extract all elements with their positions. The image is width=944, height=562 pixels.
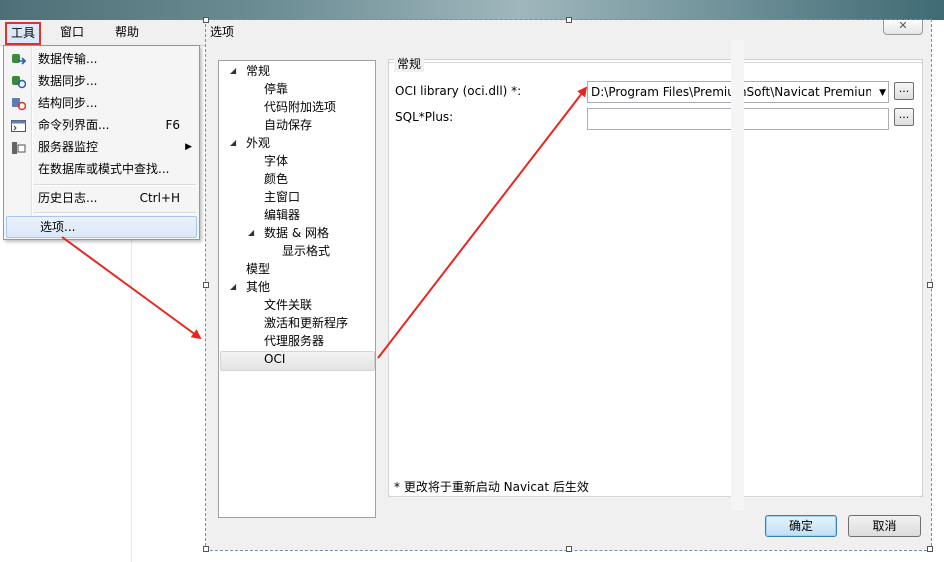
tree-item-autosave[interactable]: 自动保存 xyxy=(264,116,312,134)
server-monitor-icon xyxy=(11,140,26,154)
menu-item-history-log[interactable]: 历史日志... Ctrl+H xyxy=(5,187,198,209)
resize-handle xyxy=(927,546,933,552)
tree-item-font[interactable]: 字体 xyxy=(264,152,288,170)
expanded-triangle-icon: ◢ xyxy=(248,228,255,237)
data-sync-icon xyxy=(11,74,27,89)
tree-item-oci[interactable]: OCI xyxy=(264,350,285,368)
tools-menu: 数据传输... 数据同步... 结构同步... 命令列界面... F6 服务器监… xyxy=(3,45,200,240)
tree-item-other[interactable]: ◢ 其他 xyxy=(230,278,270,296)
submenu-arrow-icon: ▶ xyxy=(185,142,192,152)
structure-sync-icon xyxy=(11,96,27,111)
tree-item-general[interactable]: ◢ 常规 xyxy=(230,62,270,80)
background-window-edge xyxy=(731,40,744,510)
background-window-titlebar xyxy=(0,0,944,20)
oci-browse-button[interactable]: ... xyxy=(894,82,914,100)
close-button[interactable]: ✕ xyxy=(883,20,923,35)
menu-window[interactable]: 窗口 xyxy=(56,24,88,41)
dropdown-arrow-icon[interactable]: ▼ xyxy=(879,88,886,98)
resize-handle xyxy=(203,546,209,552)
menu-bar: 工具 窗口 帮助 xyxy=(0,20,206,46)
tree-item-main-window[interactable]: 主窗口 xyxy=(264,188,300,206)
tree-item-model[interactable]: 模型 xyxy=(246,260,270,278)
tree-item-file-association[interactable]: 文件关联 xyxy=(264,296,312,314)
expanded-triangle-icon: ◢ xyxy=(230,282,237,291)
tree-item-code-append[interactable]: 代码附加选项 xyxy=(264,98,336,116)
menu-separator xyxy=(34,212,196,214)
tree-selection xyxy=(220,351,375,371)
expanded-triangle-icon: ◢ xyxy=(230,66,237,75)
dialog-title: 选项 xyxy=(210,25,235,39)
sqlplus-browse-button[interactable]: ... xyxy=(894,108,914,126)
data-transfer-icon xyxy=(11,52,27,66)
menu-item-data-sync[interactable]: 数据同步... xyxy=(5,70,198,92)
menu-item-options[interactable]: 选项... xyxy=(6,216,197,238)
restart-note: * 更改将于重新启动 Navicat 后生效 xyxy=(394,480,589,494)
group-title: 常规 xyxy=(394,55,425,72)
tree-item-activation-update[interactable]: 激活和更新程序 xyxy=(264,314,348,332)
tree-item-proxy[interactable]: 代理服务器 xyxy=(264,332,324,350)
menu-help[interactable]: 帮助 xyxy=(111,24,143,41)
resize-handle xyxy=(566,17,572,23)
options-tree[interactable]: ◢ 常规 停靠 代码附加选项 自动保存 ◢ 外观 字体 颜色 主窗口 编辑器 ◢ 数据… xyxy=(218,60,376,518)
expanded-triangle-icon: ◢ xyxy=(230,138,237,147)
tree-item-appearance[interactable]: ◢ 外观 xyxy=(230,134,270,152)
pane-divider xyxy=(131,236,132,562)
tree-item-docking[interactable]: 停靠 xyxy=(264,80,288,98)
menu-item-find-in-database[interactable]: 在数据库或模式中查找... xyxy=(5,158,198,180)
resize-handle xyxy=(566,546,572,552)
tree-item-display-format[interactable]: 显示格式 xyxy=(282,242,330,260)
menu-tools[interactable]: 工具 xyxy=(5,22,42,45)
tree-item-data-grid[interactable]: ◢ 数据 & 网格 xyxy=(248,224,329,242)
tree-item-color[interactable]: 颜色 xyxy=(264,170,288,188)
sqlplus-label: SQL*Plus: xyxy=(395,110,454,124)
console-icon xyxy=(11,118,26,132)
menu-item-console[interactable]: 命令列界面... F6 xyxy=(5,114,198,136)
menu-item-server-monitor[interactable]: 服务器监控 ▶ xyxy=(5,136,198,158)
resize-handle xyxy=(203,282,209,288)
oci-library-label: OCI library (oci.dll) *: xyxy=(395,84,522,98)
tree-item-editor[interactable]: 编辑器 xyxy=(264,206,300,224)
resize-handle xyxy=(927,282,933,288)
menu-item-structure-sync[interactable]: 结构同步... xyxy=(5,92,198,114)
ok-button[interactable]: 确定 xyxy=(765,515,837,537)
close-icon: ✕ xyxy=(898,19,908,32)
options-dialog: 选项 ✕ ◢ 常规 停靠 代码附加选项 自动保存 ◢ 外观 字体 颜色 主窗口 编辑… xyxy=(203,17,933,552)
menu-item-data-transfer[interactable]: 数据传输... xyxy=(5,48,198,70)
resize-handle xyxy=(203,17,209,23)
cancel-button[interactable]: 取消 xyxy=(848,515,921,537)
menu-separator xyxy=(34,184,196,186)
